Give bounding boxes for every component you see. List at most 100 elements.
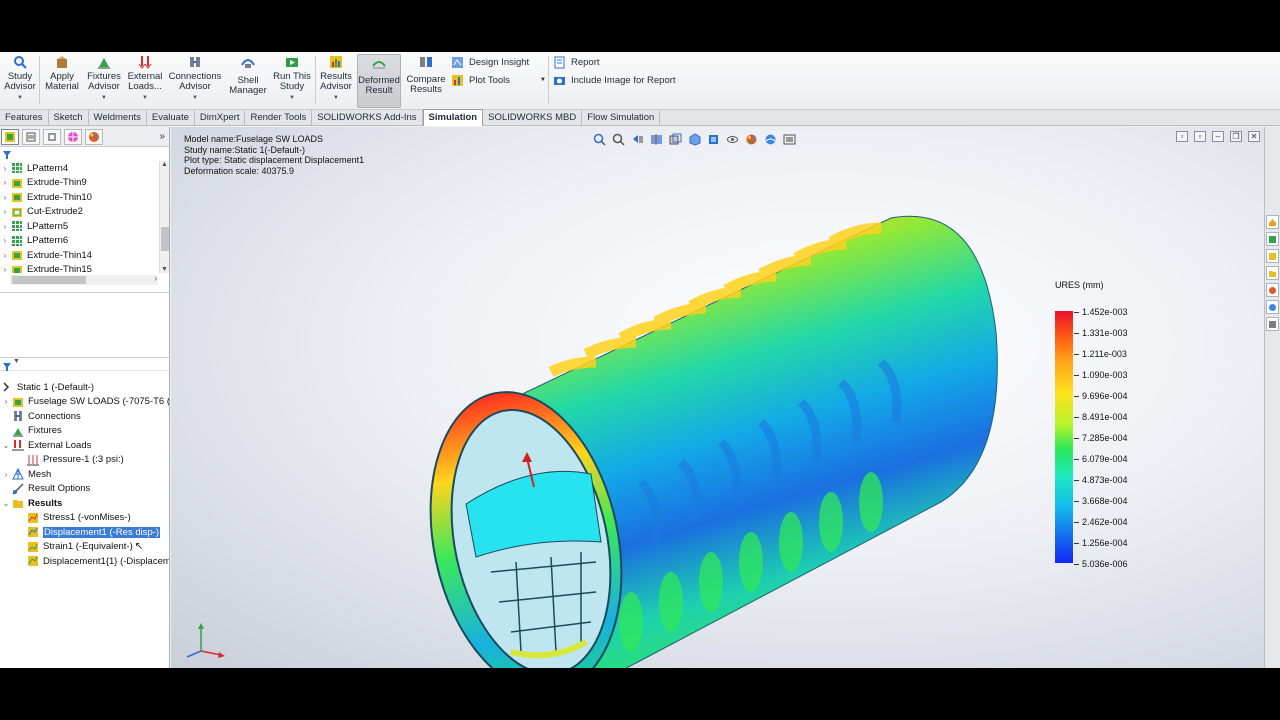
scroll-right-icon[interactable]: › [154, 274, 157, 283]
expand-icon[interactable]: › [0, 207, 10, 216]
feature-tree-item[interactable]: › Extrude-Thin9 [0, 176, 160, 191]
tree-item-results[interactable]: ⌄ Results [0, 496, 169, 511]
feature-tree-item[interactable]: › Extrude-Thin10 [0, 190, 160, 205]
feature-tree-vertical-scrollbar[interactable]: ▲ ▼ [159, 161, 169, 273]
expand-icon[interactable]: › [1, 470, 11, 479]
tree-item-result-options[interactable]: Result Options [0, 482, 169, 497]
home-tab[interactable] [1266, 215, 1279, 229]
expand-icon[interactable]: › [0, 236, 10, 245]
feature-tree-item[interactable]: › LPattern4 [0, 161, 160, 176]
tab-solidworks-add-ins[interactable]: SOLIDWORKS Add-Ins [312, 110, 423, 125]
chevron-down-icon[interactable]: ▼ [101, 93, 107, 103]
more-tabs-chevron-icon[interactable]: » [159, 131, 165, 142]
run-this-study-button[interactable]: Run This Study ▼ [272, 54, 312, 108]
expand-icon[interactable]: › [0, 193, 10, 202]
appearances-tab[interactable] [1266, 300, 1279, 314]
close-icon[interactable]: ✕ [1248, 131, 1260, 142]
tab-dimxpert[interactable]: DimXpert [195, 110, 246, 125]
panel-splitter[interactable] [0, 285, 169, 293]
chevron-down-icon[interactable]: ▼ [289, 93, 295, 103]
collapse-icon[interactable]: ⌄ [1, 441, 11, 450]
resources-tab[interactable] [1266, 232, 1279, 246]
tree-item-strain1[interactable]: Strain1 (-Equivalent-) ↖ [0, 540, 169, 555]
zoom-to-area-icon[interactable] [612, 133, 625, 146]
chevron-down-icon[interactable]: ▼ [333, 93, 339, 103]
tree-item-part[interactable]: › Fuselage SW LOADS (-7075-T6 (SI [0, 395, 169, 410]
tab-evaluate[interactable]: Evaluate [147, 110, 195, 125]
tab-flow-simulation[interactable]: Flow Simulation [582, 110, 661, 125]
chevron-down-icon[interactable]: ▼ [192, 93, 198, 103]
expand-icon[interactable]: › [0, 251, 10, 260]
compare-results-button[interactable]: Compare Results [405, 54, 447, 108]
custom-properties-tab[interactable] [1266, 317, 1279, 331]
tab-solidworks-mbd[interactable]: SOLIDWORKS MBD [483, 110, 583, 125]
tile-view-icon[interactable]: ▫ [1194, 131, 1206, 142]
view-orientation-icon[interactable] [688, 133, 701, 146]
include-image-for-report-button[interactable]: Include Image for Report [553, 72, 676, 88]
property-manager-tab[interactable] [22, 128, 40, 145]
design-insight-button[interactable]: Design Insight [451, 54, 529, 70]
tree-item-external-loads[interactable]: ⌄ External Loads [0, 438, 169, 453]
expand-icon[interactable]: › [0, 265, 10, 273]
tree-item-displacement1[interactable]: Displacement1 (-Res disp-) [0, 525, 169, 540]
previous-view-icon[interactable] [631, 133, 644, 146]
feature-tree-item[interactable]: › LPattern6 [0, 234, 160, 249]
dimxpert-manager-tab[interactable] [64, 128, 82, 145]
external-loads-button[interactable]: External Loads... ▼ [126, 54, 164, 108]
view-palette-tab[interactable] [1266, 283, 1279, 297]
tree-item-mesh[interactable]: › Mesh [0, 467, 169, 482]
tree-item-stress1[interactable]: Stress1 (-vonMises-) [0, 511, 169, 526]
section-view-icon[interactable] [650, 133, 663, 146]
scroll-thumb[interactable] [12, 276, 86, 284]
display-style-icon[interactable] [707, 133, 720, 146]
tree-item-connections[interactable]: Connections [0, 409, 169, 424]
tree-item-displacement1-1[interactable]: Displacement1{1} (-Displacem [0, 554, 169, 569]
chevron-down-icon[interactable]: ▼ [142, 93, 148, 103]
chevron-down-icon[interactable]: ▼ [13, 358, 20, 365]
zoom-to-fit-icon[interactable] [593, 133, 606, 146]
design-library-tab[interactable] [1266, 249, 1279, 263]
expand-icon[interactable]: › [0, 164, 10, 173]
chevron-down-icon[interactable]: ▼ [17, 93, 23, 103]
shell-manager-button[interactable]: Shell Manager [227, 54, 269, 108]
expand-icon[interactable]: › [0, 222, 10, 231]
feature-tree-item[interactable]: › Cut-Extrude2 [0, 205, 160, 220]
configuration-manager-tab[interactable] [43, 128, 61, 145]
file-explorer-tab[interactable] [1266, 266, 1279, 280]
plot-tools-button[interactable]: Plot Tools ▼ [451, 72, 546, 88]
feature-tree-item[interactable]: › Extrude-Thin14 [0, 248, 160, 263]
graphics-area[interactable]: Model name:Fuselage SW LOADS Study name:… [171, 127, 1264, 668]
tab-weldments[interactable]: Weldments [89, 110, 147, 125]
scroll-down-icon[interactable]: ▼ [161, 266, 168, 273]
expand-icon[interactable]: › [0, 178, 10, 187]
chevron-down-icon[interactable]: ▼ [540, 77, 546, 83]
study-advisor-button[interactable]: Study Advisor ▼ [4, 54, 36, 108]
scroll-thumb[interactable] [161, 227, 169, 251]
expand-icon[interactable]: › [1, 397, 11, 406]
minimize-icon[interactable]: – [1212, 131, 1224, 142]
restore-view-icon[interactable]: ▫ [1176, 131, 1188, 142]
hide-show-items-icon[interactable] [726, 133, 739, 146]
tree-item-pressure[interactable]: Pressure-1 (:3 psi:) [0, 453, 169, 468]
tree-item-static-study[interactable]: Static 1 (-Default-) [0, 380, 169, 395]
tab-simulation[interactable]: Simulation [422, 109, 484, 126]
filter-icon[interactable] [2, 359, 12, 377]
tab-render-tools[interactable]: Render Tools [245, 110, 313, 125]
view-settings-icon[interactable] [783, 133, 796, 146]
fixtures-advisor-button[interactable]: Fixtures Advisor ▼ [86, 54, 122, 108]
tab-features[interactable]: Features [0, 110, 49, 125]
restore-icon[interactable]: ❐ [1230, 131, 1242, 142]
connections-advisor-button[interactable]: Connections Advisor ▼ [167, 54, 223, 108]
scroll-up-icon[interactable]: ▲ [160, 161, 169, 168]
report-button[interactable]: Report [553, 54, 600, 70]
tree-filter[interactable] [0, 147, 169, 159]
deformed-result-button[interactable]: Deformed Result [357, 54, 401, 108]
feature-manager-tab[interactable] [1, 128, 19, 145]
feature-tree-item[interactable]: › LPattern5 [0, 219, 160, 234]
tree-item-fixtures[interactable]: Fixtures [0, 424, 169, 439]
apply-material-button[interactable]: Apply Material [43, 54, 81, 108]
collapse-icon[interactable]: ⌄ [1, 499, 11, 508]
dynamic-annotation-icon[interactable] [669, 133, 682, 146]
edit-appearance-icon[interactable] [745, 133, 758, 146]
color-legend[interactable]: URES (mm) 1.452e-003 1.331e-003 1.211e-0… [1054, 280, 1174, 570]
